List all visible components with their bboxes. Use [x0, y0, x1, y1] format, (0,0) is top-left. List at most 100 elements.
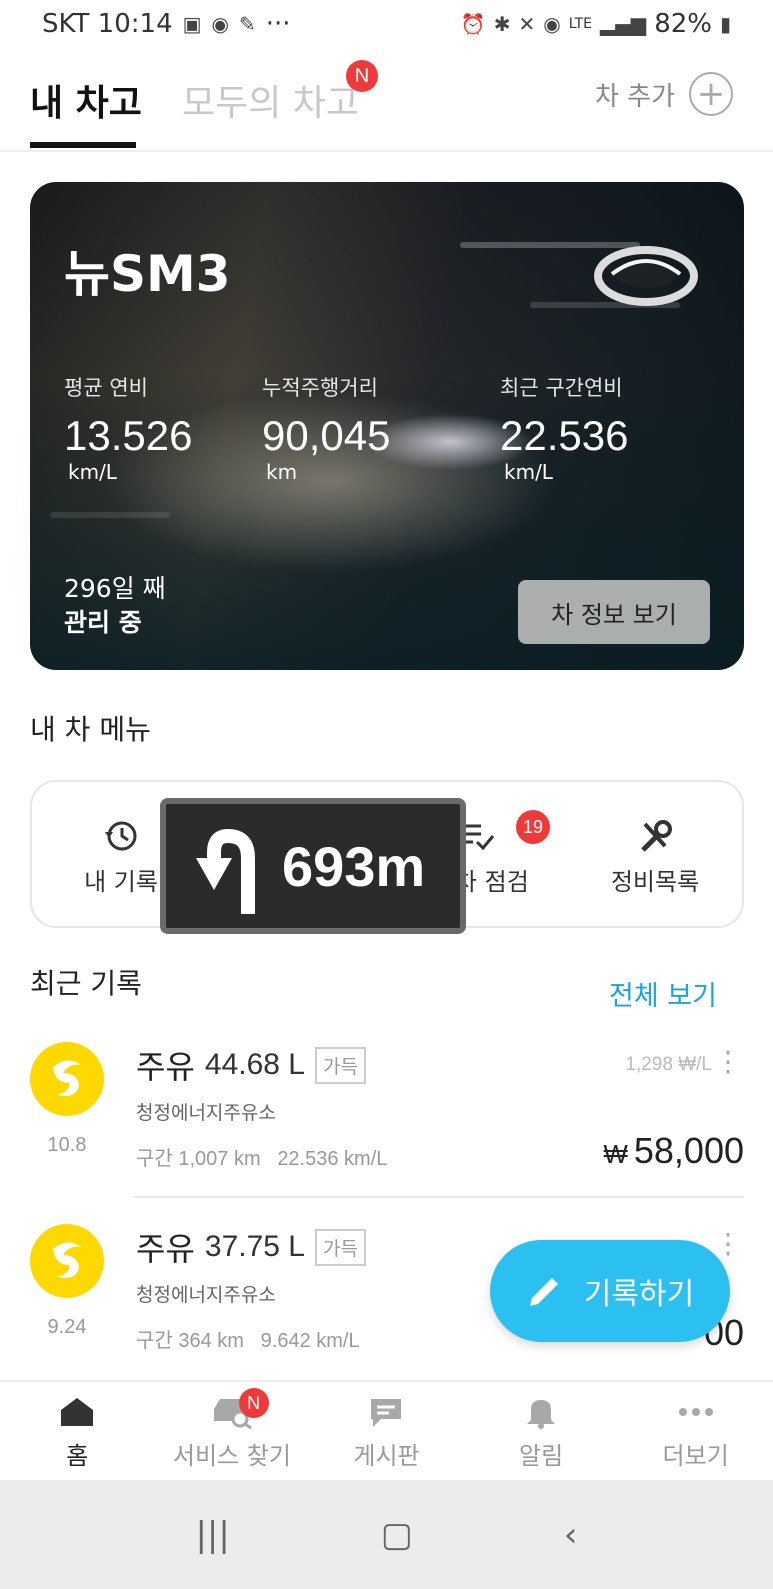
- chat-bubble-icon: [367, 1392, 405, 1432]
- pencil-icon: [529, 1278, 558, 1306]
- bell-icon: [525, 1392, 557, 1432]
- stat-avg-efficiency: 평균 연비 13.526 km/L: [64, 372, 192, 484]
- history-icon: [101, 816, 141, 856]
- nav-find-service[interactable]: 서비스 찾기 N: [155, 1382, 310, 1480]
- car-info-button[interactable]: 차 정보 보기: [518, 580, 710, 644]
- record-kind: 주유: [136, 1048, 195, 1086]
- tab-everyone-garage[interactable]: 모두의 차고: [182, 74, 359, 126]
- battery-percent: 82%: [654, 9, 712, 39]
- managed-days-count: 296일 째: [64, 574, 166, 603]
- bottom-navigation: 홈 서비스 찾기 N 게시판 알림 더보기: [0, 1380, 773, 1480]
- full-tank-tag: 가득: [314, 1046, 366, 1084]
- stat-label: 최근 구간연비: [500, 376, 623, 400]
- nav-label: 홈: [66, 1441, 89, 1470]
- nav-more[interactable]: 더보기: [618, 1382, 773, 1480]
- fuel-station-logo: [30, 1224, 104, 1298]
- full-tank-tag: 가득: [314, 1228, 366, 1266]
- tab-my-garage[interactable]: 내 차고: [30, 74, 142, 126]
- record-price: ₩58,000: [603, 1130, 744, 1172]
- nav-home[interactable]: 홈: [0, 1382, 155, 1480]
- more-options-icon[interactable]: ⋮: [714, 1230, 742, 1258]
- record-title: 주유 44.68 L 가득: [136, 1042, 366, 1088]
- stat-value: 13.526: [64, 412, 193, 459]
- car-brand-logo: [594, 246, 698, 306]
- menu-section-title: 내 차 메뉴: [30, 713, 151, 746]
- back-icon[interactable]: ‹: [564, 1515, 578, 1555]
- location-pin-icon: ◉: [211, 12, 229, 36]
- system-navigation-bar: ||| ▢ ‹: [0, 1480, 773, 1589]
- status-bar: SKT 10:14 ▣ ◉ ✎ ··· ⏰ ✱ ✕ ◉ LTE ▂▄▆ 82% …: [0, 0, 773, 48]
- record-section-info: 구간 1,007 km 22.536 km/L: [136, 1142, 387, 1171]
- managed-days: 296일 째 관리 중: [64, 572, 166, 640]
- bluetooth-icon: ✱: [493, 12, 511, 36]
- recent-apps-icon[interactable]: |||: [195, 1515, 229, 1555]
- managed-days-label: 관리 중: [64, 608, 142, 637]
- more-options-icon[interactable]: ⋮: [714, 1048, 742, 1076]
- record-station: 청정에너지주유소: [136, 1284, 276, 1306]
- nav-label: 알림: [518, 1441, 564, 1470]
- new-badge: N: [238, 1388, 269, 1418]
- currency-symbol: ₩: [603, 1139, 628, 1169]
- carrier-time: SKT 10:14: [42, 9, 173, 39]
- record-title: 주유 37.75 L 가득: [136, 1224, 366, 1270]
- record-date: 10.8: [47, 1134, 87, 1156]
- see-all-link[interactable]: 전체 보기: [609, 974, 717, 1013]
- price-value: 58,000: [633, 1130, 744, 1171]
- nav-label: 더보기: [662, 1441, 729, 1470]
- section-efficiency: 9.642 km/L: [260, 1330, 360, 1352]
- section-distance: 1,007 km: [178, 1148, 261, 1170]
- stat-recent-efficiency: 최근 구간연비 22.536 km/L: [500, 372, 628, 484]
- record-item[interactable]: 10.8 주유 44.68 L 가득 청정에너지주유소 구간 1,007 km …: [30, 1042, 744, 1222]
- location-icon: ◉: [543, 12, 561, 36]
- signal-icon: ▂▄▆: [600, 12, 647, 36]
- wrench-icon: [635, 816, 675, 856]
- network-type: LTE: [568, 16, 593, 32]
- record-section-info: 구간 364 km 9.642 km/L: [136, 1324, 360, 1353]
- section-label: 구간: [136, 1330, 173, 1352]
- image-icon: ▣: [182, 12, 202, 36]
- record-amount: 44.68 L: [204, 1048, 305, 1081]
- stat-label: 누적주행거리: [262, 376, 378, 400]
- add-record-button[interactable]: 기록하기: [490, 1240, 730, 1342]
- nav-label: 게시판: [353, 1441, 420, 1470]
- turn-left-icon: [196, 828, 255, 914]
- section-label: 구간: [136, 1148, 173, 1170]
- recent-section-title: 최근 기록: [30, 967, 142, 1000]
- stat-label: 평균 연비: [64, 376, 148, 400]
- menu-item-label: 정비목록: [610, 867, 700, 896]
- mute-icon: ✕: [518, 12, 536, 36]
- car-check-badge: 19: [516, 810, 550, 844]
- home-icon: [59, 1392, 95, 1432]
- motion-streak: [50, 512, 170, 518]
- add-car-button[interactable]: 차 추가 +: [595, 72, 733, 116]
- home-button-icon[interactable]: ▢: [381, 1515, 413, 1555]
- battery-icon: ▮: [719, 12, 731, 36]
- record-station: 청정에너지주유소: [136, 1102, 276, 1124]
- record-kind: 주유: [136, 1230, 195, 1268]
- app-notification-icon: ✎: [238, 12, 256, 36]
- stat-unit: km: [266, 460, 298, 484]
- active-tab-indicator: [30, 142, 136, 148]
- record-date: 9.24: [47, 1316, 87, 1338]
- nav-notifications[interactable]: 알림: [464, 1382, 619, 1480]
- stat-unit: km/L: [504, 460, 553, 484]
- plus-circle-icon: +: [689, 72, 733, 116]
- add-record-label: 기록하기: [583, 1277, 695, 1312]
- menu-item-label: 내 기록: [84, 867, 158, 896]
- stat-total-distance: 누적주행거리 90,045 km: [262, 372, 390, 484]
- nav-board[interactable]: 게시판: [309, 1382, 464, 1480]
- section-efficiency: 22.536 km/L: [277, 1148, 388, 1170]
- menu-item-maintenance[interactable]: 정비목록: [566, 782, 744, 930]
- record-divider: [134, 1196, 744, 1198]
- record-unit-price: 1,298 ₩/L: [625, 1054, 712, 1075]
- add-car-label: 차 추가: [594, 81, 675, 112]
- more-notifications-dots: ···: [265, 9, 291, 39]
- more-dots-icon: [678, 1392, 714, 1432]
- record-amount: 37.75 L: [204, 1230, 305, 1263]
- turn-distance: 693m: [282, 834, 426, 898]
- alarm-icon: ⏰: [460, 12, 486, 36]
- nav-label: 서비스 찾기: [172, 1441, 291, 1470]
- navigation-turn-overlay[interactable]: 693m: [160, 798, 466, 934]
- garage-tabs: 내 차고 모두의 차고 N 차 추가 +: [0, 48, 773, 152]
- car-card[interactable]: 뉴SM3 평균 연비 13.526 km/L 누적주행거리 90,045 km …: [30, 182, 744, 670]
